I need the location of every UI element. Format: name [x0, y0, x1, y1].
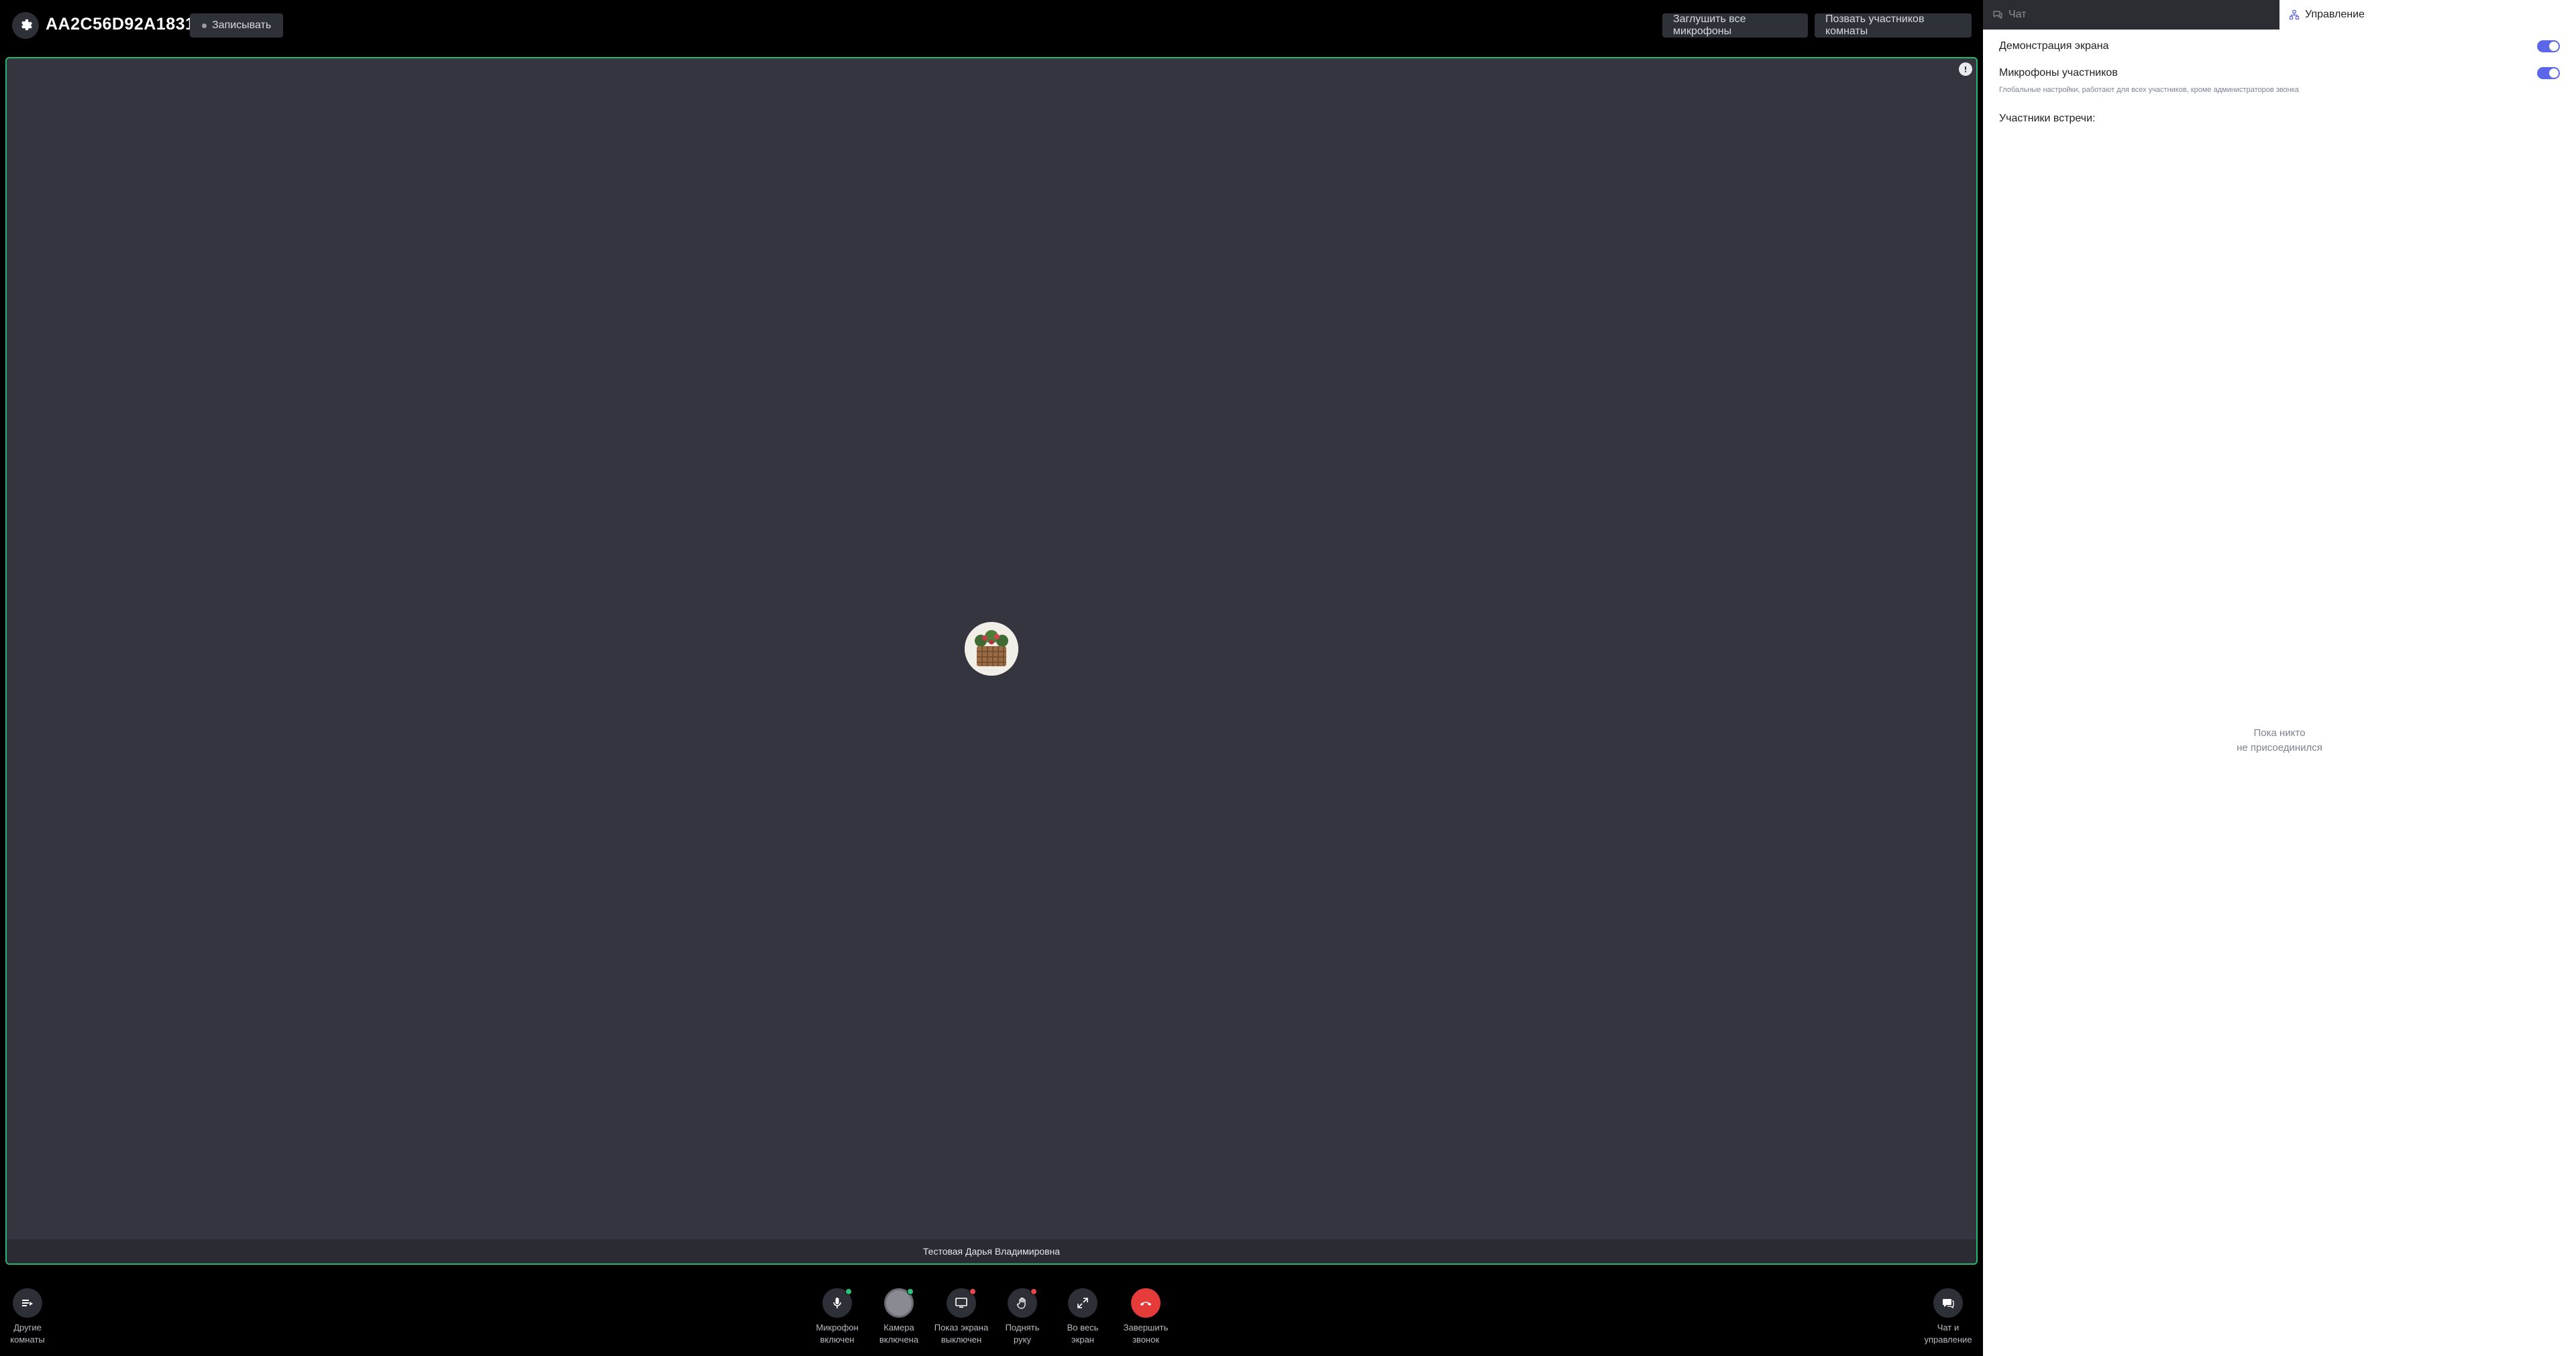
- monitor-icon: [955, 1298, 967, 1308]
- video-list-icon: [22, 1300, 33, 1306]
- other-rooms-label: Другие комнаты: [10, 1322, 45, 1345]
- hand-icon: [1016, 1297, 1026, 1309]
- mics-toggle[interactable]: [2537, 67, 2560, 79]
- other-rooms-button[interactable]: Другие комнаты: [0, 1288, 58, 1346]
- tab-chat[interactable]: Чат: [1983, 0, 2279, 30]
- raise-hand-button[interactable]: Поднять руку: [992, 1288, 1053, 1346]
- hierarchy-icon: [2289, 9, 2300, 20]
- hang-up-icon: [1140, 1302, 1152, 1306]
- participants-title: Участники встречи:: [1999, 113, 2096, 124]
- screen-share-status-badge: [969, 1288, 976, 1295]
- screen-share-toggle[interactable]: [2537, 40, 2560, 52]
- mic-label: Микрофон включен: [816, 1322, 859, 1345]
- raise-hand-label: Поднять руку: [1005, 1322, 1040, 1345]
- chat-and-manage-label: Чат и управление: [1924, 1322, 1972, 1345]
- record-dot-icon: [202, 23, 207, 28]
- screen-share-label: Показ экрана выключен: [934, 1322, 989, 1345]
- fullscreen-label: Во весь экран: [1067, 1322, 1099, 1345]
- chat-and-manage-button[interactable]: Чат и управление: [1918, 1288, 1978, 1346]
- expand-icon: [1077, 1298, 1088, 1308]
- panel-tabs: Чат Управление: [1983, 0, 2576, 30]
- call-controls: Другие комнаты Микрофон включен Камера в…: [0, 1268, 1983, 1356]
- participant-name: Тестовая Дарья Владимировна: [922, 1246, 1061, 1257]
- end-call-button[interactable]: Завершить звонок: [1116, 1288, 1176, 1346]
- screen-share-setting: Демонстрация экрана: [1999, 40, 2560, 52]
- chat-bubble-icon: [1993, 11, 2002, 19]
- room-id: AA2C56D92A1831B: [46, 15, 207, 34]
- tab-manage-label: Управление: [2305, 9, 2365, 20]
- chat-icon: [1943, 1299, 1954, 1309]
- side-panel: Чат Управление Демонстрация экрана Микро…: [1983, 0, 2576, 1356]
- invite-participants-button[interactable]: Позвать участников комнаты: [1815, 13, 1972, 38]
- camera-button[interactable]: Камера включена: [869, 1288, 929, 1346]
- record-button[interactable]: Записывать: [190, 13, 284, 38]
- mics-setting-label: Микрофоны участников: [1999, 67, 2118, 79]
- screen-share-button[interactable]: Показ экрана выключен: [931, 1288, 991, 1346]
- settings-button[interactable]: [12, 12, 39, 39]
- mics-hint: Глобальные настройки, работают для всех …: [1999, 86, 2299, 94]
- info-icon[interactable]: [1959, 62, 1972, 76]
- avatar: [965, 622, 1018, 676]
- mics-setting: Микрофоны участников: [1999, 67, 2560, 79]
- mic-status-badge: [845, 1288, 852, 1295]
- camera-label: Камера включена: [879, 1322, 919, 1345]
- gear-icon: [21, 19, 32, 31]
- mic-button[interactable]: Микрофон включен: [807, 1288, 867, 1346]
- fullscreen-button[interactable]: Во весь экран: [1053, 1288, 1113, 1346]
- microphone-icon: [833, 1298, 841, 1308]
- empty-line-1: Пока никто: [2253, 727, 2306, 739]
- mute-all-button[interactable]: Заглушить все микрофоны: [1662, 13, 1808, 38]
- empty-participants-message: Пока никто не присоединился: [1983, 726, 2576, 755]
- tab-chat-label: Чат: [2008, 9, 2027, 20]
- raise-hand-status-badge: [1030, 1288, 1037, 1295]
- screen-share-setting-label: Демонстрация экрана: [1999, 40, 2109, 52]
- top-bar: AA2C56D92A1831B Записывать Заглушить все…: [0, 0, 1983, 54]
- participant-name-bar: Тестовая Дарья Владимировна: [7, 1239, 1976, 1263]
- camera-status-badge: [907, 1288, 914, 1295]
- record-label: Записывать: [212, 19, 272, 31]
- end-call-label: Завершить звонок: [1123, 1322, 1169, 1345]
- tab-manage[interactable]: Управление: [2279, 0, 2576, 30]
- video-tile[interactable]: Тестовая Дарья Владимировна: [5, 57, 1978, 1265]
- empty-line-2: не присоединился: [2237, 742, 2322, 753]
